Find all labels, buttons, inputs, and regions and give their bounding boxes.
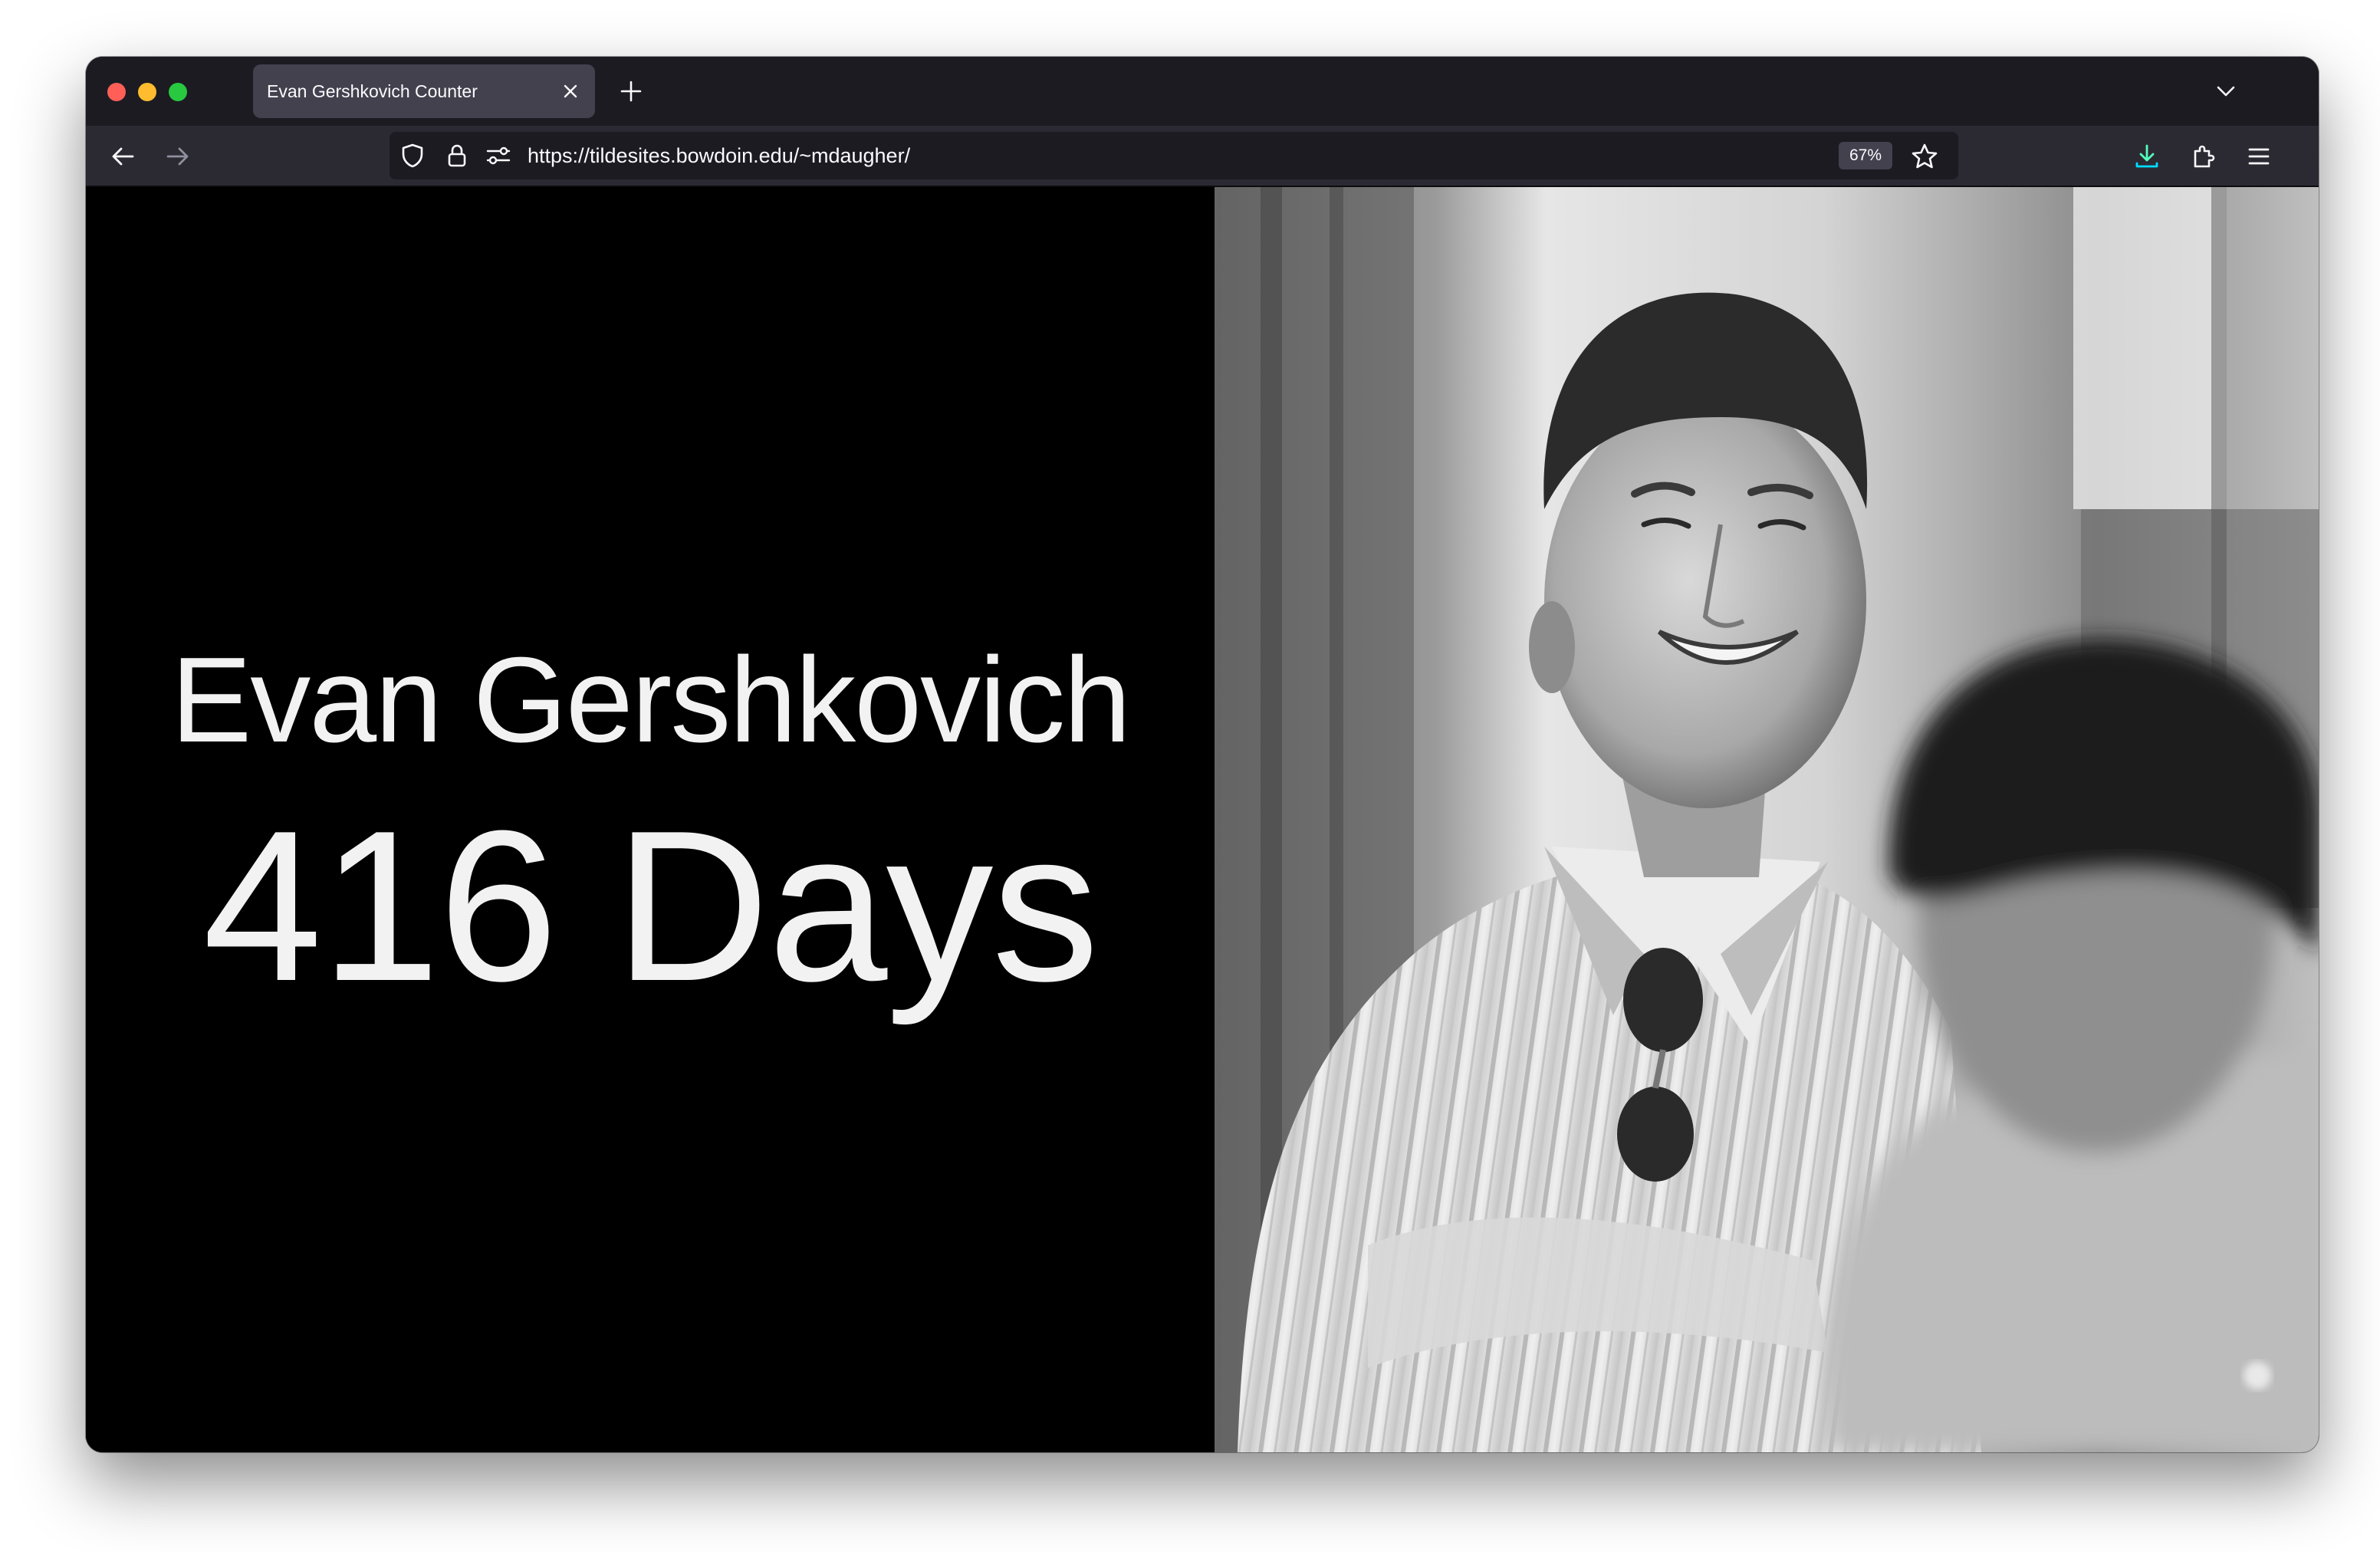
back-icon[interactable]: [104, 138, 141, 175]
window-close-button[interactable]: [107, 83, 126, 101]
shield-icon[interactable]: [399, 142, 426, 169]
zoom-level-badge[interactable]: 67%: [1839, 142, 1892, 169]
star-icon[interactable]: [1909, 141, 1940, 172]
navigation-toolbar: https://tildesites.bowdoin.edu/~mdaugher…: [86, 126, 2319, 187]
extensions-icon[interactable]: [2185, 138, 2222, 175]
plus-icon[interactable]: [615, 75, 647, 107]
tab-active[interactable]: Evan Gershkovich Counter: [253, 64, 595, 118]
lock-icon[interactable]: [443, 142, 471, 169]
person-name: Evan Gershkovich: [170, 633, 1131, 768]
window-minimize-button[interactable]: [138, 83, 156, 101]
window-maximize-button[interactable]: [169, 83, 187, 101]
counter-panel: Evan Gershkovich 416 Days: [86, 187, 1215, 1452]
browser-window: Evan Gershkovich Counter https://tildesi…: [86, 57, 2319, 1452]
portrait-photo: [1215, 187, 2319, 1452]
forward-icon[interactable]: [159, 138, 196, 175]
download-icon[interactable]: [2129, 138, 2165, 175]
permissions-icon[interactable]: [485, 142, 512, 169]
menu-icon[interactable]: [2240, 138, 2277, 175]
url-bar[interactable]: https://tildesites.bowdoin.edu/~mdaugher…: [390, 132, 1958, 179]
tab-title: Evan Gershkovich Counter: [267, 81, 478, 101]
close-icon[interactable]: [557, 77, 584, 105]
days-counter: 416 Days: [202, 787, 1100, 1026]
page-content: Evan Gershkovich 416 Days: [86, 187, 2319, 1452]
url-text[interactable]: https://tildesites.bowdoin.edu/~mdaugher…: [528, 132, 910, 179]
chevron-down-icon[interactable]: [2210, 75, 2242, 107]
tab-bar: Evan Gershkovich Counter: [86, 57, 2319, 126]
